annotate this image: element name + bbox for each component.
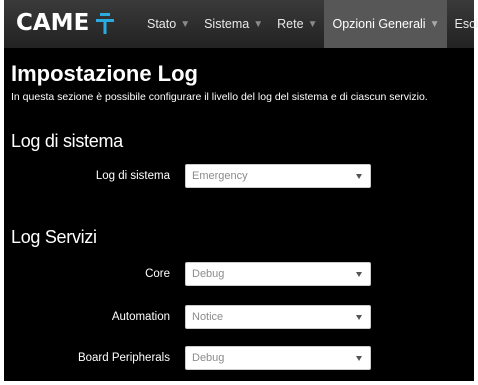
select-value: Debug bbox=[192, 352, 225, 364]
dropdown-arrow-icon bbox=[356, 356, 362, 361]
select-value: Notice bbox=[192, 311, 224, 323]
caret-down-icon: ▼ bbox=[307, 18, 318, 30]
top-navbar: CAME Stato ▼ Sistema ▼ Rete ▼ Opzioni Ge… bbox=[4, 0, 478, 48]
field-label-core: Core bbox=[145, 268, 170, 280]
dropdown-arrow-icon bbox=[356, 315, 362, 320]
page-description: In questa sezione è possibile configurar… bbox=[11, 91, 428, 103]
section-title-log-di-sistema: Log di sistema bbox=[11, 131, 123, 151]
select-core[interactable]: Debug bbox=[185, 262, 371, 286]
came-logo-icon bbox=[96, 13, 115, 34]
nav-item-label: Rete bbox=[277, 17, 304, 31]
nav-item-label: Opzioni Generali bbox=[332, 17, 426, 31]
select-value: Emergency bbox=[192, 170, 248, 182]
nav-item-esci[interactable]: Esci bbox=[447, 0, 478, 48]
nav-item-label: Sistema bbox=[204, 17, 250, 31]
main-content: Impostazione Log In questa sezione è pos… bbox=[4, 48, 474, 381]
main-menu: Stato ▼ Sistema ▼ Rete ▼ Opzioni General… bbox=[140, 0, 478, 48]
caret-down-icon: ▼ bbox=[253, 18, 264, 30]
field-label-automation: Automation bbox=[111, 311, 170, 323]
field-label-log-di-sistema: Log di sistema bbox=[95, 170, 170, 182]
nav-item-opzioni-generali[interactable]: Opzioni Generali ▼ bbox=[324, 0, 448, 48]
caret-down-icon: ▼ bbox=[180, 18, 191, 30]
logo-text: CAME bbox=[16, 10, 90, 36]
came-logo[interactable]: CAME bbox=[16, 10, 115, 36]
nav-item-stato[interactable]: Stato ▼ bbox=[140, 0, 197, 48]
nav-item-rete[interactable]: Rete ▼ bbox=[270, 0, 324, 48]
select-value: Debug bbox=[192, 268, 225, 280]
dropdown-arrow-icon bbox=[356, 174, 362, 179]
dropdown-arrow-icon bbox=[356, 272, 362, 277]
nav-item-sistema[interactable]: Sistema ▼ bbox=[197, 0, 270, 48]
select-automation[interactable]: Notice bbox=[185, 305, 371, 329]
section-title-log-servizi: Log Servizi bbox=[11, 227, 97, 247]
nav-item-label: Esci bbox=[454, 17, 478, 31]
caret-down-icon: ▼ bbox=[429, 18, 440, 30]
select-log-di-sistema[interactable]: Emergency bbox=[185, 164, 371, 188]
nav-item-label: Stato bbox=[147, 17, 177, 31]
field-label-board-peripherals: Board Peripherals bbox=[77, 352, 170, 364]
select-board-peripherals[interactable]: Debug bbox=[185, 346, 371, 370]
page-title: Impostazione Log bbox=[11, 61, 198, 86]
